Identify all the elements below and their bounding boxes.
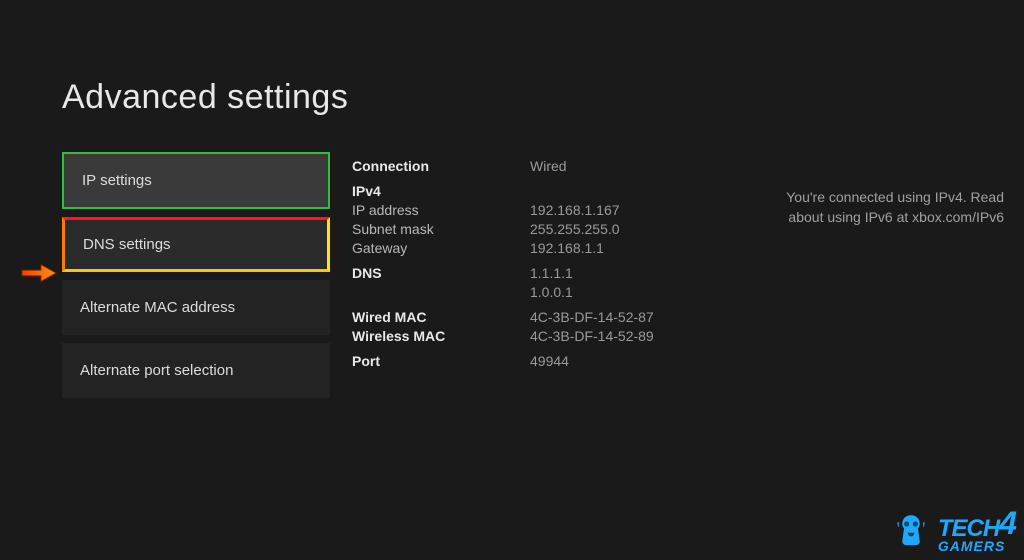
ipv4-heading: IPv4: [352, 183, 530, 199]
menu-item-label: DNS settings: [83, 236, 171, 253]
ip-address-value: 192.168.1.167: [530, 202, 620, 218]
connection-label: Connection: [352, 158, 530, 174]
dns-primary-value: 1.1.1.1: [530, 265, 573, 281]
dns-label: DNS: [352, 265, 530, 281]
port-label: Port: [352, 353, 530, 369]
brand-text-4: 4: [999, 505, 1016, 541]
ipv6-help-text: You're connected using IPv4. Read about …: [769, 188, 1004, 227]
brand-logo: TECH4 GAMERS: [890, 507, 1016, 554]
subnet-mask-label: Subnet mask: [352, 221, 530, 237]
menu-item-dns-settings[interactable]: DNS settings: [62, 217, 330, 272]
connection-value: Wired: [530, 158, 567, 174]
menu-item-label: Alternate port selection: [80, 362, 233, 379]
network-details: Connection Wired IPv4 IP address 192.168…: [352, 158, 732, 372]
arrow-right-icon: [20, 261, 58, 285]
gateway-value: 192.168.1.1: [530, 240, 604, 256]
wired-mac-value: 4C-3B-DF-14-52-87: [530, 309, 654, 325]
wireless-mac-label: Wireless MAC: [352, 328, 530, 344]
menu-item-label: Alternate MAC address: [80, 299, 235, 316]
gateway-label: Gateway: [352, 240, 530, 256]
port-value: 49944: [530, 353, 569, 369]
settings-menu: IP settings DNS settings Alternate MAC a…: [62, 152, 330, 406]
wireless-mac-value: 4C-3B-DF-14-52-89: [530, 328, 654, 344]
page-title: Advanced settings: [62, 78, 348, 117]
menu-item-alternate-port[interactable]: Alternate port selection: [62, 343, 330, 398]
wired-mac-label: Wired MAC: [352, 309, 530, 325]
dns-secondary-value: 1.0.0.1: [530, 284, 573, 300]
menu-item-ip-settings[interactable]: IP settings: [62, 152, 330, 209]
brand-mascot-icon: [890, 510, 932, 552]
menu-item-label: IP settings: [82, 172, 152, 189]
menu-item-alternate-mac[interactable]: Alternate MAC address: [62, 280, 330, 335]
subnet-mask-value: 255.255.255.0: [530, 221, 620, 237]
ip-address-label: IP address: [352, 202, 530, 218]
